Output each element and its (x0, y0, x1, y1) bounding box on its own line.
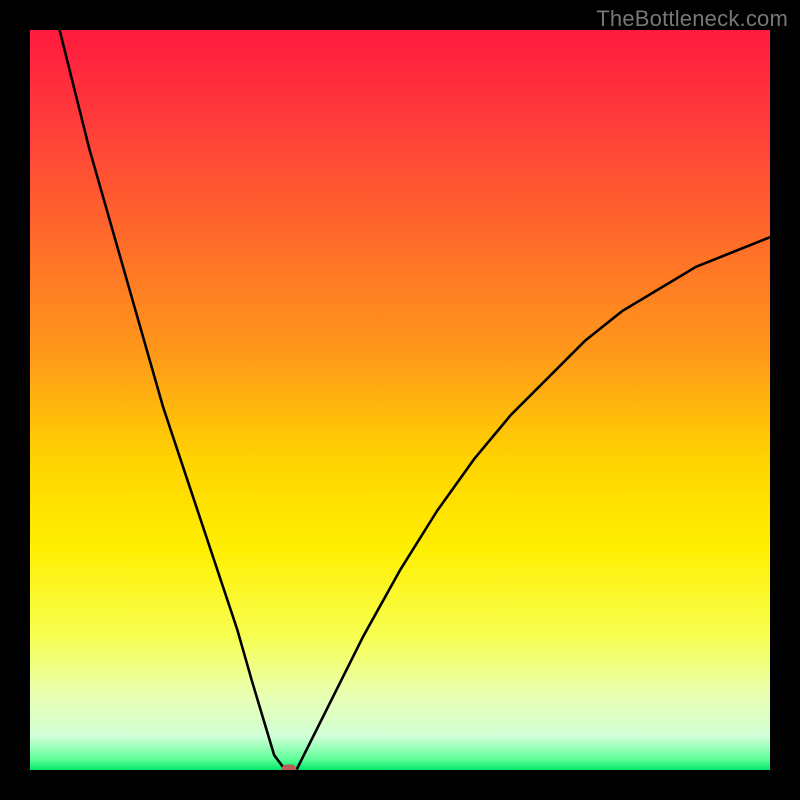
curve-layer (30, 30, 770, 770)
watermark-text: TheBottleneck.com (596, 6, 788, 32)
minimum-marker (282, 765, 297, 771)
bottleneck-curve (60, 30, 770, 770)
chart-frame: TheBottleneck.com (0, 0, 800, 800)
plot-area (30, 30, 770, 770)
